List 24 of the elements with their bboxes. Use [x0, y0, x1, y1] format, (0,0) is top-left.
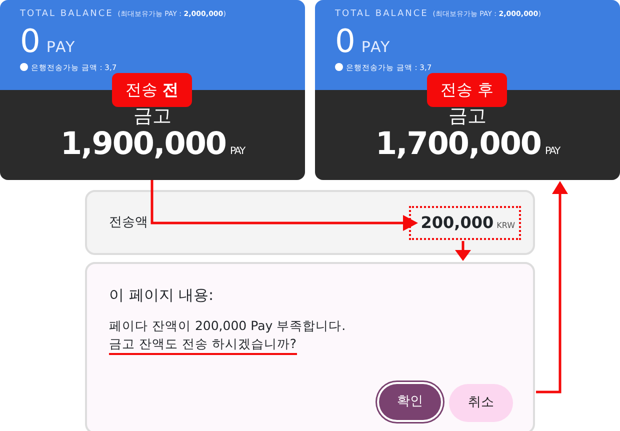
cancel-button[interactable]: 취소	[449, 384, 513, 422]
vault-amount: 1,900,000	[60, 126, 226, 162]
confirm-button[interactable]: 확인	[379, 384, 441, 420]
vault-label: 금고	[132, 106, 172, 127]
vault-label: 금고	[448, 106, 488, 127]
info-icon	[335, 62, 343, 71]
balance-amount: 0	[335, 22, 356, 60]
currency-unit: PAY	[361, 38, 391, 56]
vault-amount: 1,700,000	[375, 126, 541, 162]
dialog-title: 이 페이지 내용:	[109, 285, 215, 306]
currency-unit: PAY	[544, 146, 560, 157]
dialog-message: 금고 잔액도 전송 하시겠습니까?	[109, 334, 297, 355]
currency-unit: KRW	[496, 220, 515, 230]
status-badge: 전송 전	[112, 73, 192, 107]
dialog-message: 페이다 잔액이 200,000 Pay 부족합니다.	[109, 318, 346, 332]
status-badge: 전송 후	[427, 73, 507, 107]
currency-unit: PAY	[230, 146, 245, 157]
balance-amount: 0	[20, 22, 40, 60]
transfer-label: 전송액	[109, 214, 148, 232]
info-icon	[20, 62, 28, 71]
transfer-amount: 200,000	[420, 212, 494, 232]
balance-label: TOTAL BALANCE	[335, 9, 428, 19]
currency-unit: PAY	[46, 38, 76, 56]
balance-label: TOTAL BALANCE	[20, 9, 114, 19]
